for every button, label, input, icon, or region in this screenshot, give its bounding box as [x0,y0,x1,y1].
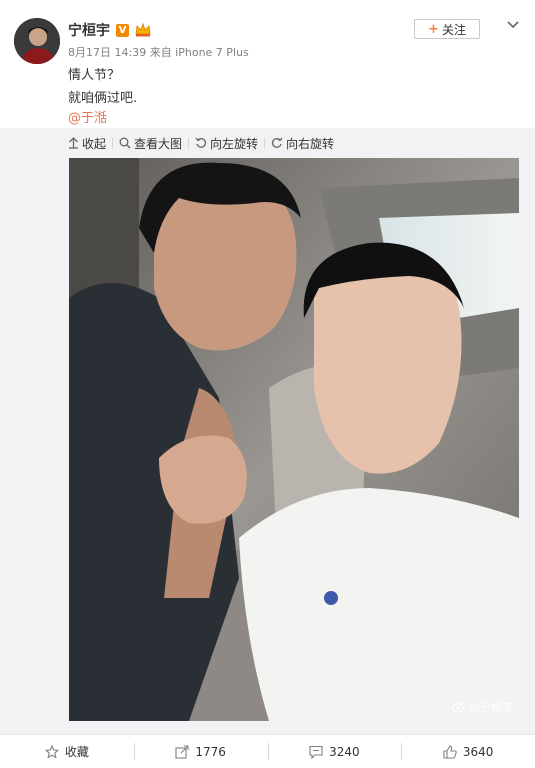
user-name-row: 宁桓宇 V [68,20,151,40]
comment-count: 3240 [329,744,360,759]
follow-label: 关注 [441,22,466,37]
like-button[interactable]: 3640 [401,735,535,768]
post-text-line-1: 情人节？ [68,68,121,83]
view-large-label: 查看大图 [134,136,183,151]
follow-button[interactable]: + 关注 [414,19,480,39]
thumbs-up-icon [443,744,457,759]
verified-badge-icon: V [116,23,129,37]
magnifier-icon [119,137,131,149]
user-name[interactable]: 宁桓宇 [68,20,110,40]
post-text-line-2: 就咱俩过吧. [68,91,138,106]
repost-count: 1776 [195,744,226,759]
image-toolbar: 收起 查看大图 向左旋转 向右旋转 [68,133,340,153]
rotate-left-icon [195,137,207,148]
plus-icon: + [428,21,439,37]
star-icon [44,744,59,759]
photo-watermark: @宁桓宇 [452,699,513,715]
like-count: 3640 [462,744,494,759]
rotate-left-label: 向左旋转 [210,136,259,151]
repost-icon [175,744,189,759]
photo-illustration [69,158,519,721]
arrow-up-icon [69,137,78,149]
rotate-left-button[interactable]: 向左旋转 [189,135,264,152]
rotate-right-icon [271,137,283,148]
favorite-label: 收藏 [64,745,89,759]
avatar[interactable] [14,18,60,64]
comment-icon [309,745,323,759]
favorite-button[interactable]: 收藏 [0,735,134,768]
chevron-down-icon[interactable] [505,16,521,32]
post-photo[interactable]: @宁桓宇 [69,158,519,721]
mention-link[interactable]: @于湉 [68,107,107,126]
repost-button[interactable]: 1776 [133,735,268,768]
vip-crown-icon [135,23,151,37]
post-meta: 8月17日 14:39 来自 iPhone 7 Plus [68,46,249,59]
comment-button[interactable]: 3240 [267,735,402,768]
action-bar: 收藏 1776 3240 3640 [0,734,535,768]
collapse-label: 收起 [82,136,107,151]
watermark-text: @宁桓宇 [469,701,513,714]
weibo-logo-icon [452,702,466,713]
rotate-right-button[interactable]: 向右旋转 [265,135,340,152]
rotate-right-label: 向右旋转 [286,136,335,151]
collapse-button[interactable]: 收起 [68,135,112,152]
weibo-post-card: 宁桓宇 V 8月17日 14:39 来自 iPhone 7 Plus 情人节？ … [0,0,535,768]
view-large-button[interactable]: 查看大图 [113,135,188,152]
